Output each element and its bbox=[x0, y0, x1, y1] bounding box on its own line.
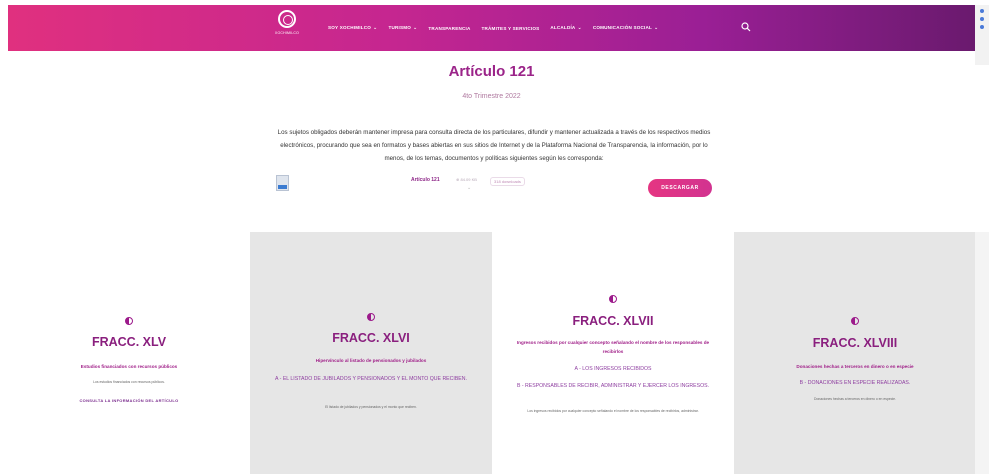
site-navbar: XOCHIMILCO SOY XOCHIMILCO ⌄ TURISMO ⌄ TRAN… bbox=[8, 5, 975, 51]
file-name[interactable]: Artículo 121 bbox=[411, 177, 440, 183]
page-title: Artículo 121 bbox=[448, 63, 535, 80]
fraction-title: FRACC. XLVII bbox=[572, 314, 654, 328]
browser-side-panel bbox=[975, 5, 989, 65]
chevron-down-icon: ⌄ bbox=[577, 25, 582, 31]
fraction-small-text: Los ingresos recibidos por cualquier con… bbox=[527, 409, 699, 413]
fraction-description: Ingresos recibidos por cualquier concept… bbox=[516, 340, 710, 354]
chevron-down-icon: ⌄ bbox=[654, 25, 659, 31]
half-circle-icon bbox=[492, 290, 734, 308]
half-circle-icon bbox=[8, 312, 250, 330]
fraction-title: FRACC. XLVI bbox=[332, 331, 410, 345]
fraction-small-text: El listado de jubilados y pensionados y … bbox=[325, 405, 417, 409]
download-count-badge: 318 downloads bbox=[490, 177, 525, 186]
half-circle-icon bbox=[250, 308, 492, 326]
fraction-card-xlv: FRACC. XLV Estudios financiados con recu… bbox=[8, 232, 250, 474]
article-page: XOCHIMILCO SOY XOCHIMILCO ⌄ TURISMO ⌄ TRAN… bbox=[8, 5, 989, 201]
fraction-small-text: Los estudios financiados con recursos pú… bbox=[93, 380, 165, 384]
download-button[interactable]: DESCARGAR bbox=[648, 179, 712, 197]
logo-text: XOCHIMILCO bbox=[274, 31, 300, 35]
fraction-description: Hipervínculo al listado de pensionados y… bbox=[315, 358, 427, 363]
chevron-down-icon[interactable]: ⌄ bbox=[467, 185, 471, 191]
half-circle-icon bbox=[734, 312, 976, 330]
main-nav: SOY XOCHIMILCO ⌄ TURISMO ⌄ TRANSPARENCIA T… bbox=[328, 5, 658, 51]
nav-item-tramites[interactable]: TRÁMITES Y SERVICIOS bbox=[482, 26, 540, 31]
fraction-title: FRACC. XLV bbox=[91, 335, 167, 349]
chevron-down-icon: ⌄ bbox=[413, 25, 418, 31]
chevron-down-icon: ⌄ bbox=[373, 25, 378, 31]
fraction-title: FRACC. XLVIII bbox=[812, 336, 898, 350]
fraction-link-a[interactable]: A - LOS INGRESOS RECIBIDOS bbox=[504, 365, 722, 374]
nav-item-alcaldia[interactable]: ALCALDÍA ⌄ bbox=[550, 25, 581, 31]
fraction-link-b[interactable]: B - RESPONSABLES DE RECIBIR, ADMINISTRAR… bbox=[514, 382, 712, 391]
nav-item-soy-xochimilco[interactable]: SOY XOCHIMILCO ⌄ bbox=[328, 25, 377, 31]
document-icon bbox=[276, 175, 289, 191]
fraction-small-text: Donaciones hechas a terceros en dinero o… bbox=[814, 397, 896, 401]
page-edge bbox=[975, 232, 989, 474]
nav-item-turismo[interactable]: TURISMO ⌄ bbox=[388, 25, 417, 31]
nav-item-transparencia[interactable]: TRANSPARENCIA bbox=[428, 26, 470, 31]
fractions-grid: FRACC. XLV Estudios financiados con recu… bbox=[8, 232, 989, 474]
logo-emblem-icon bbox=[278, 10, 296, 28]
search-icon[interactable] bbox=[741, 22, 751, 32]
fraction-card-xlviii: FRACC. XLVIII Donaciones hechas a tercer… bbox=[734, 232, 976, 474]
fraction-description: Donaciones hechas a terceros en dinero o… bbox=[796, 364, 914, 369]
fraction-link-a[interactable]: A - EL LISTADO DE JUBILADOS Y PENSIONADO… bbox=[262, 375, 480, 384]
page-subtitle: 4to Trimestre 2022 bbox=[462, 93, 521, 100]
fraction-card-xlvi: FRACC. XLVI Hipervínculo al listado de p… bbox=[250, 232, 492, 474]
fraction-card-xlvii: FRACC. XLVII Ingresos recibidos por cual… bbox=[492, 232, 734, 474]
composite-screenshot: XOCHIMILCO SOY XOCHIMILCO ⌄ TURISMO ⌄ TRAN… bbox=[0, 0, 989, 474]
article-body: Los sujetos obligados deberán mantener i… bbox=[277, 129, 711, 163]
site-logo[interactable]: XOCHIMILCO bbox=[272, 10, 302, 46]
consult-link[interactable]: CONSULTA LA INFORMACIÓN DEL ARTÍCULO bbox=[8, 398, 250, 403]
fraction-description: Estudios financiados con recursos públic… bbox=[80, 364, 178, 369]
fraction-link-b[interactable]: B - DONACIONES EN ESPECIE REALIZADAS. bbox=[746, 379, 964, 388]
nav-item-comunicacion-social[interactable]: COMUNICACIÓN SOCIAL ⌄ bbox=[593, 25, 659, 31]
file-size: ⊕ 84.09 KB bbox=[456, 177, 477, 182]
